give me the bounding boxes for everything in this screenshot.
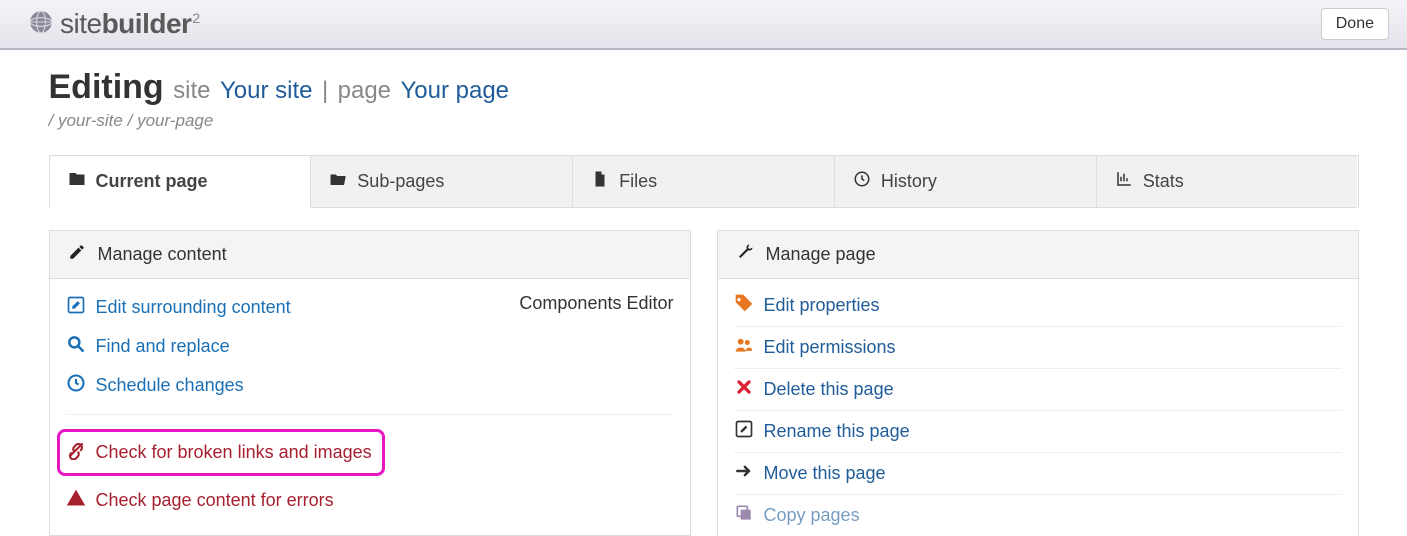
site-link[interactable]: Your site [220,77,313,104]
tab-history[interactable]: History [835,156,1097,208]
find-replace-link[interactable]: Find and replace [66,332,291,361]
schedule-changes-link[interactable]: Schedule changes [66,371,291,400]
divider [66,414,674,415]
tab-sub-pages[interactable]: Sub-pages [311,156,573,208]
title-sep: | [322,77,328,104]
link-label: Check page content for errors [96,490,334,511]
copy-icon [734,503,754,528]
check-broken-links-link[interactable]: Check for broken links and images [66,438,372,467]
topbar: sitebuilder2 Done [0,0,1407,50]
close-icon [734,377,754,402]
tab-label: History [881,171,937,192]
page-word: page [338,77,391,104]
clock-icon [853,170,871,193]
edit-properties-link[interactable]: Edit properties [734,293,1342,327]
edit-square-icon [734,419,754,444]
edit-surrounding-content-link[interactable]: Edit surrounding content [66,293,291,322]
rename-page-link[interactable]: Rename this page [734,411,1342,453]
move-page-link[interactable]: Move this page [734,453,1342,495]
check-errors-link[interactable]: Check page content for errors [66,486,674,515]
pencil-icon [68,243,86,266]
panel-manage-content: Manage content Edit surrounding content … [49,230,691,536]
warning-icon [66,488,86,513]
panel-header: Manage page [718,231,1358,279]
globe-icon [28,9,54,40]
link-label: Find and replace [96,336,230,357]
file-icon [591,170,609,193]
crumb-root: / [49,111,54,130]
page-title: Editing site Your site | page Your page [49,68,1359,107]
crumb-page[interactable]: your-page [137,111,213,130]
brand-text: sitebuilder2 [60,8,200,40]
link-label: Edit permissions [764,337,896,358]
tab-files[interactable]: Files [573,156,835,208]
tab-label: Stats [1143,171,1184,192]
users-icon [734,335,754,360]
tag-icon [734,293,754,318]
link-label: Copy pages [764,505,860,526]
tab-stats[interactable]: Stats [1097,156,1358,208]
link-label: Delete this page [764,379,894,400]
tab-current-page[interactable]: Current page [50,156,312,208]
link-label: Rename this page [764,421,910,442]
page-link[interactable]: Your page [400,77,509,104]
brand-bold: builder [102,8,192,39]
tabs: Current page Sub-pages Files History Sta… [49,155,1359,208]
copy-pages-link[interactable]: Copy pages [734,495,1342,536]
crumb-site[interactable]: your-site [58,111,123,130]
search-icon [66,334,86,359]
panel-manage-page: Manage page Edit properties Edit permiss… [717,230,1359,536]
brand: sitebuilder2 [28,8,200,40]
link-label: Move this page [764,463,886,484]
tab-label: Sub-pages [357,171,444,192]
link-label: Schedule changes [96,375,244,396]
link-label: Edit properties [764,295,880,316]
components-editor-label: Components Editor [519,293,673,314]
clock-icon [66,373,86,398]
editing-label: Editing [49,68,164,106]
tab-label: Files [619,171,657,192]
broken-link-icon [66,440,86,465]
edit-permissions-link[interactable]: Edit permissions [734,327,1342,369]
panel-title: Manage content [98,244,227,265]
wrench-icon [736,243,754,266]
folder-icon [68,170,86,193]
done-button[interactable]: Done [1321,8,1389,40]
panel-header: Manage content [50,231,690,279]
breadcrumb: / your-site / your-page [49,111,1359,131]
link-label: Check for broken links and images [96,442,372,463]
folder-open-icon [329,170,347,193]
delete-page-link[interactable]: Delete this page [734,369,1342,411]
highlight-annotation: Check for broken links and images [57,429,385,476]
site-word: site [173,77,210,104]
brand-sup: 2 [192,10,199,26]
tab-label: Current page [96,171,208,192]
link-label: Edit surrounding content [96,297,291,318]
arrow-right-icon [734,461,754,486]
brand-light: site [60,8,102,39]
edit-square-icon [66,295,86,320]
panel-title: Manage page [766,244,876,265]
chart-icon [1115,170,1133,193]
